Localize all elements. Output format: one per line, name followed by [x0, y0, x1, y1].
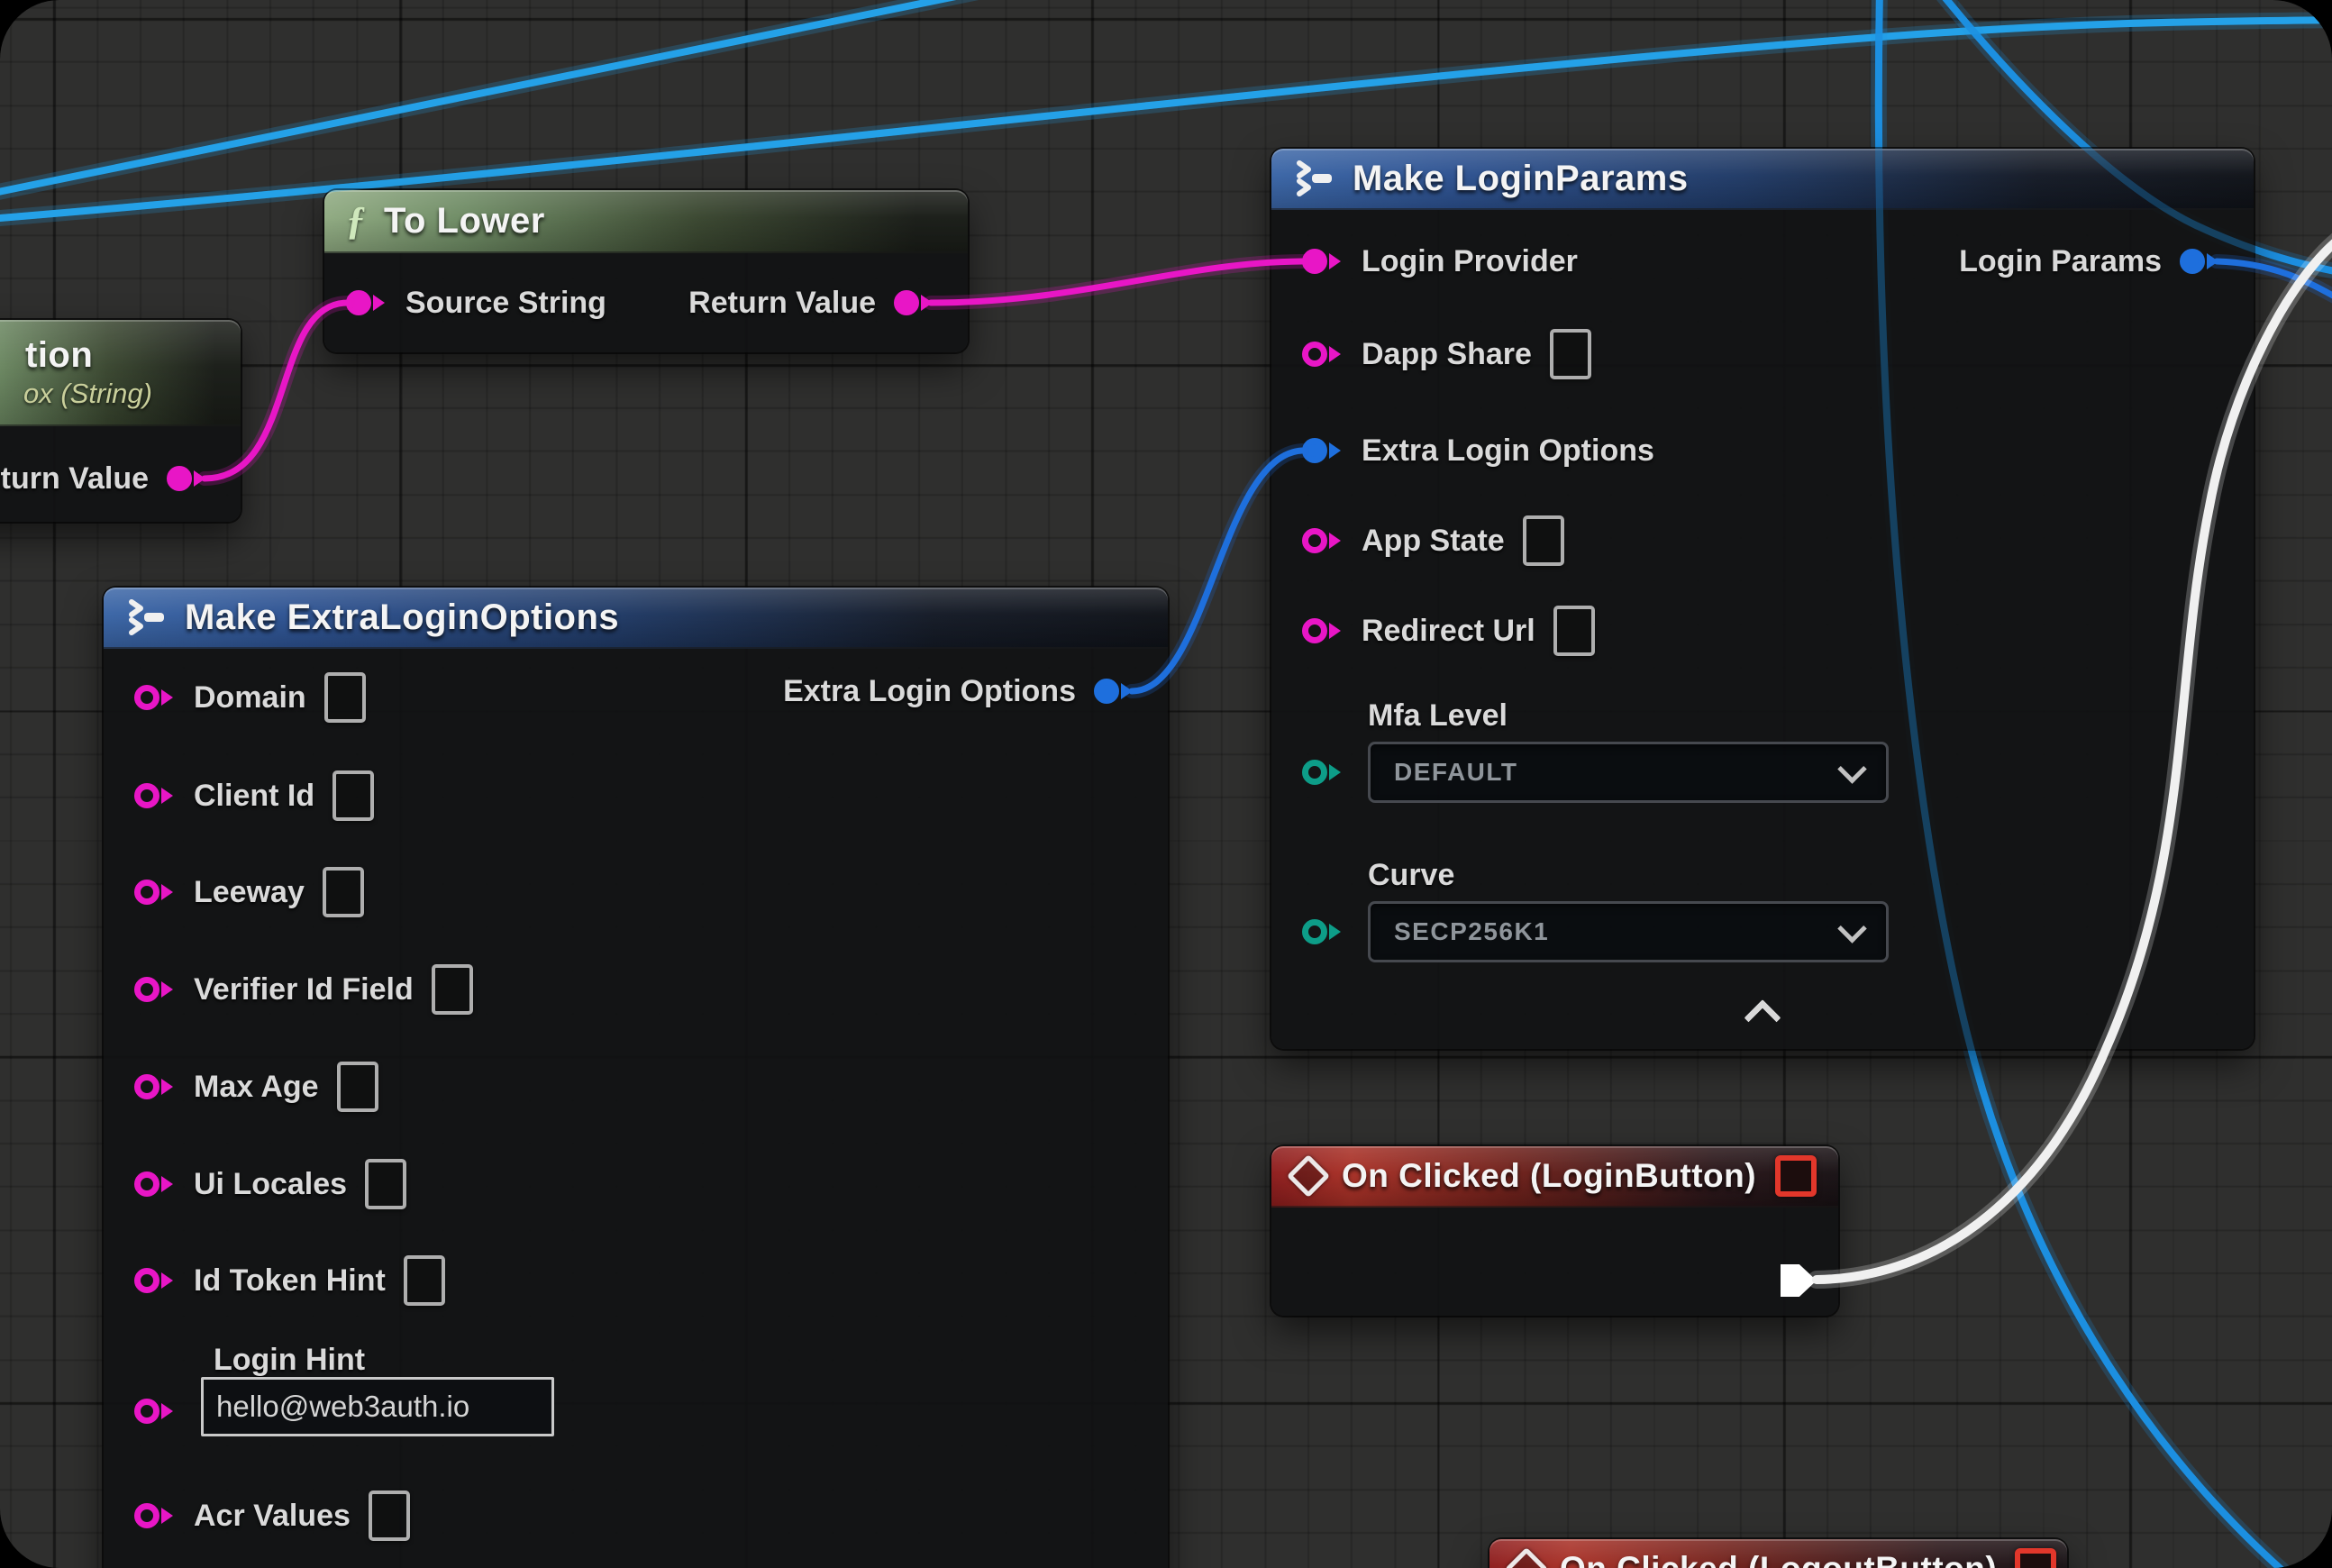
node-header[interactable]: On Clicked (LogoutButton) — [1489, 1539, 2067, 1568]
input-pin-client-id[interactable] — [134, 782, 176, 809]
node-make-login-params[interactable]: Make LoginParams Login Params Login Prov… — [1271, 149, 2254, 1049]
output-pin-return-value[interactable] — [167, 465, 208, 492]
node-title: Make LoginParams — [1353, 159, 1689, 199]
pin-label-domain: Domain — [194, 680, 306, 716]
pin-label-return-value: Return Value — [688, 286, 876, 321]
pin-label-acr-values: Acr Values — [194, 1499, 351, 1534]
input-pin-id-token-hint[interactable] — [134, 1267, 176, 1294]
pin-label-login-provider: Login Provider — [1362, 244, 1578, 279]
node-header[interactable]: Make ExtraLoginOptions — [104, 588, 1168, 649]
client-id-checkbox[interactable] — [332, 770, 374, 821]
input-pin-ui-locales[interactable] — [134, 1171, 176, 1198]
node-header[interactable]: Make LoginParams — [1271, 149, 2254, 210]
pin-label-ui-locales: Ui Locales — [194, 1167, 347, 1202]
mfa-level-value: DEFAULT — [1394, 758, 1518, 787]
pin-label-app-state: App State — [1362, 524, 1505, 559]
input-pin-leeway[interactable] — [134, 879, 176, 906]
node-on-clicked-login-button[interactable]: On Clicked (LoginButton) — [1271, 1146, 1838, 1316]
max-age-checkbox[interactable] — [337, 1062, 378, 1112]
make-struct-icon — [1293, 159, 1335, 198]
pin-label-extra-login-options: Extra Login Options — [1362, 433, 1654, 469]
node-on-clicked-logout-button[interactable]: On Clicked (LogoutButton) — [1489, 1539, 2067, 1568]
pin-label-login-params-out: Login Params — [1959, 244, 2162, 279]
input-pin-verifier-id-field[interactable] — [134, 976, 176, 1003]
leeway-checkbox[interactable] — [323, 867, 364, 917]
pin-label-source-string: Source String — [405, 286, 606, 321]
node-header[interactable]: On Clicked (LoginButton) — [1271, 1146, 1838, 1208]
input-pin-login-hint[interactable] — [134, 1398, 176, 1425]
input-pin-domain[interactable] — [134, 684, 176, 711]
function-icon: ƒ — [346, 201, 366, 241]
delegate-pin[interactable] — [1775, 1155, 1817, 1197]
output-pin-return-value[interactable] — [894, 289, 935, 316]
curve-dropdown[interactable]: SECP256K1 — [1368, 901, 1889, 962]
pin-label-max-age: Max Age — [194, 1070, 319, 1105]
input-pin-curve[interactable] — [1302, 918, 1344, 945]
pin-label-leeway: Leeway — [194, 875, 305, 910]
output-pin-login-params[interactable] — [2180, 248, 2221, 275]
redirect-url-checkbox[interactable] — [1553, 606, 1595, 656]
node-to-lower[interactable]: ƒ To Lower Source String Return Value — [324, 190, 968, 352]
input-pin-app-state[interactable] — [1302, 527, 1344, 554]
pin-label-verifier-id-field: Verifier Id Field — [194, 972, 414, 1007]
pin-label-redirect-url: Redirect Url — [1362, 614, 1535, 649]
node-title: To Lower — [384, 201, 545, 242]
chevron-down-icon — [1837, 754, 1867, 784]
exec-output-pin[interactable] — [1781, 1264, 1817, 1297]
node-make-extra-login-options[interactable]: Make ExtraLoginOptions Extra Login Optio… — [104, 588, 1168, 1568]
pin-label-return-value: Return Value — [0, 461, 149, 497]
input-pin-login-provider[interactable] — [1302, 248, 1344, 275]
collapse-advanced-chevron-icon[interactable] — [1744, 999, 1781, 1036]
input-pin-dapp-share[interactable] — [1302, 341, 1344, 368]
node-subtitle: ox (String) — [23, 378, 152, 410]
pin-label-dapp-share: Dapp Share — [1362, 337, 1532, 372]
node-partial-target[interactable]: tion ox (String) Return Value — [0, 320, 241, 522]
node-title: Make ExtraLoginOptions — [185, 597, 619, 638]
pin-label-id-token-hint: Id Token Hint — [194, 1263, 386, 1299]
input-pin-max-age[interactable] — [134, 1073, 176, 1100]
input-pin-redirect-url[interactable] — [1302, 617, 1344, 644]
event-icon — [1505, 1547, 1548, 1568]
acr-values-checkbox[interactable] — [369, 1491, 410, 1541]
id-token-hint-checkbox[interactable] — [404, 1255, 445, 1306]
mfa-level-dropdown[interactable]: DEFAULT — [1368, 742, 1889, 803]
dapp-share-checkbox[interactable] — [1550, 329, 1591, 379]
login-hint-label: Login Hint — [214, 1343, 365, 1378]
node-title: tion — [25, 335, 93, 376]
ui-locales-checkbox[interactable] — [365, 1159, 406, 1209]
delegate-pin[interactable] — [2015, 1548, 2056, 1568]
curve-value: SECP256K1 — [1394, 917, 1549, 946]
input-pin-source-string[interactable] — [346, 289, 387, 316]
curve-label: Curve — [1368, 858, 1454, 893]
verifier-id-field-checkbox[interactable] — [432, 964, 473, 1015]
pin-label-client-id: Client Id — [194, 779, 314, 814]
node-title: On Clicked (LoginButton) — [1342, 1157, 1756, 1195]
input-pin-acr-values[interactable] — [134, 1502, 176, 1529]
app-state-checkbox[interactable] — [1523, 515, 1564, 566]
node-header[interactable]: ƒ To Lower — [324, 190, 968, 253]
login-hint-input[interactable] — [201, 1377, 554, 1436]
chevron-down-icon — [1837, 914, 1867, 944]
input-pin-mfa-level[interactable] — [1302, 759, 1344, 786]
node-title: On Clicked (LogoutButton) — [1560, 1550, 1997, 1568]
input-pin-extra-login-options[interactable] — [1302, 437, 1344, 464]
wire-cyan-1[interactable] — [0, 0, 991, 194]
domain-checkbox[interactable] — [324, 672, 366, 723]
wire-to-lower-to-login-provider[interactable] — [931, 261, 1302, 303]
make-struct-icon — [125, 597, 167, 637]
event-icon — [1287, 1154, 1330, 1198]
mfa-level-label: Mfa Level — [1368, 698, 1508, 734]
node-header[interactable]: tion ox (String) — [0, 320, 241, 426]
blueprint-graph-canvas[interactable]: tion ox (String) Return Value ƒ To Lower… — [0, 0, 2332, 1568]
